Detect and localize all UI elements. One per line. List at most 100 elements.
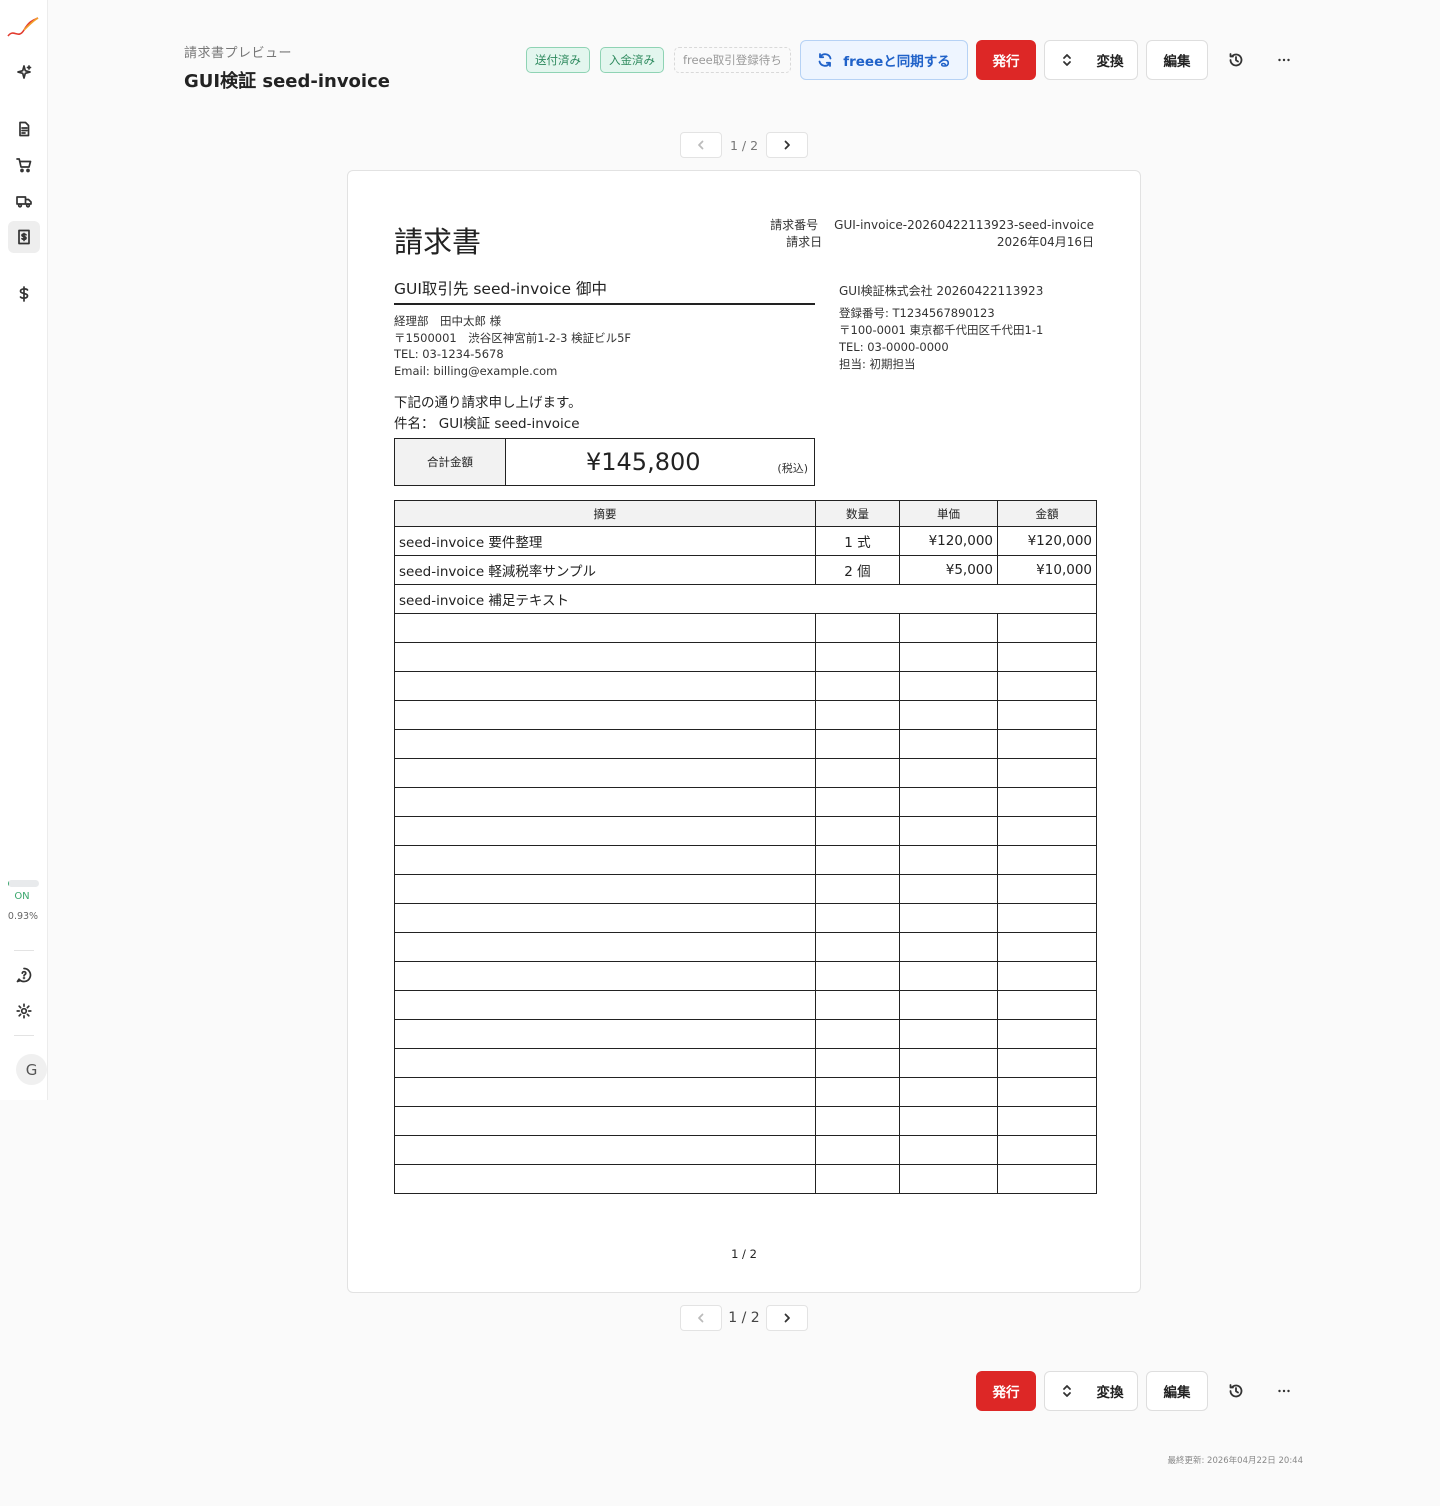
table-header-row: 摘要 数量 単価 金額	[394, 500, 1097, 527]
invoice-title: 請求書	[394, 225, 482, 259]
table-row: seed-invoice 要件整理 1 式 ¥120,000 ¥120,000	[394, 526, 1097, 556]
more-button[interactable]	[1264, 40, 1304, 80]
empty-cell	[997, 903, 1097, 933]
column-header: 数量	[815, 500, 900, 527]
chevron-left-icon	[698, 140, 704, 150]
empty-cell	[997, 700, 1097, 730]
invoice-date: 2026年04月16日	[996, 235, 1094, 249]
convert-button[interactable]: 変換	[1044, 1371, 1138, 1411]
pager-top: 1 / 2	[680, 132, 808, 158]
cart-icon[interactable]	[8, 149, 40, 181]
gear-icon[interactable]	[8, 995, 40, 1027]
prev-page-button[interactable]	[680, 1305, 722, 1331]
table-row-empty	[394, 671, 1097, 701]
logo-icon[interactable]	[6, 14, 40, 42]
item-qty: 2 個	[815, 555, 900, 585]
history-button[interactable]	[1216, 40, 1256, 80]
table-row-empty	[394, 932, 1097, 962]
empty-cell	[394, 845, 816, 875]
next-page-button[interactable]	[766, 132, 808, 158]
empty-cell	[394, 932, 816, 962]
invoice-icon[interactable]	[8, 221, 40, 253]
table-row-empty	[394, 642, 1097, 672]
table-row-empty	[394, 874, 1097, 904]
last-updated: 最終更新: 2026年04月22日 20:44	[1167, 1456, 1303, 1466]
empty-cell	[997, 787, 1097, 817]
item-desc: seed-invoice 要件整理	[394, 526, 816, 556]
empty-cell	[899, 787, 998, 817]
item-unit-price: ¥120,000	[899, 526, 998, 556]
issuer-registration: 登録番号: T1234567890123	[839, 306, 995, 320]
edit-button[interactable]: 編集	[1146, 1371, 1208, 1411]
empty-cell	[394, 1164, 816, 1194]
more-horizontal-icon	[1278, 1389, 1290, 1393]
empty-cell	[997, 874, 1097, 904]
table-row-empty	[394, 816, 1097, 846]
status-badge-sent: 送付済み	[526, 47, 590, 73]
empty-cell	[899, 758, 998, 788]
edit-button[interactable]: 編集	[1146, 40, 1208, 80]
empty-cell	[997, 671, 1097, 701]
total-box: 合計金額 ¥145,800 (税込)	[394, 438, 815, 486]
item-amount: ¥10,000	[997, 555, 1097, 585]
chevron-left-icon	[698, 1313, 704, 1323]
document-icon[interactable]	[8, 113, 40, 145]
help-icon[interactable]	[8, 959, 40, 991]
table-row-empty	[394, 990, 1097, 1020]
chevron-right-icon	[784, 140, 790, 150]
chevron-up-down-icon	[1062, 1385, 1071, 1397]
table-row-empty	[394, 961, 1097, 991]
empty-cell	[394, 1048, 816, 1078]
ai-sparkle-icon[interactable]	[8, 56, 40, 88]
empty-cell	[394, 1135, 816, 1165]
history-button[interactable]	[1216, 1371, 1256, 1411]
convert-button[interactable]: 変換	[1044, 40, 1138, 80]
dollar-icon[interactable]	[8, 278, 40, 310]
more-button[interactable]	[1264, 1371, 1304, 1411]
empty-cell	[815, 642, 900, 672]
empty-cell	[899, 700, 998, 730]
empty-cell	[815, 1106, 900, 1136]
empty-cell	[997, 845, 1097, 875]
empty-cell	[899, 874, 998, 904]
prev-page-button[interactable]	[680, 132, 722, 158]
next-page-button[interactable]	[766, 1305, 808, 1331]
empty-cell	[394, 1077, 816, 1107]
convert-label: 変換	[1096, 54, 1124, 70]
invoice-meta: 請求番号 GUI-invoice-20260422113923-seed-invo…	[770, 217, 1094, 251]
subject-text: 件名： GUI検証 seed-invoice	[394, 416, 580, 432]
table-row-empty	[394, 903, 1097, 933]
avatar[interactable]: G	[16, 1054, 47, 1085]
empty-cell	[997, 1164, 1097, 1194]
empty-cell	[394, 816, 816, 846]
column-header: 金額	[997, 500, 1097, 527]
total-label: 合計金額	[395, 439, 506, 485]
empty-cell	[815, 787, 900, 817]
issuer-person: 担当: 初期担当	[839, 357, 916, 371]
status-badge-freee-pending: freee取引登録待ち	[674, 47, 791, 73]
empty-cell	[899, 1164, 998, 1194]
freee-sync-label: freeeと同期する	[843, 54, 951, 70]
empty-cell	[997, 1077, 1097, 1107]
empty-cell	[815, 671, 900, 701]
empty-cell	[394, 787, 816, 817]
total-tax-note: (税込)	[777, 462, 808, 475]
empty-cell	[899, 1135, 998, 1165]
empty-cell	[394, 729, 816, 759]
empty-cell	[899, 671, 998, 701]
table-row-empty	[394, 1048, 1097, 1078]
issue-button[interactable]: 発行	[976, 40, 1036, 80]
empty-cell	[899, 729, 998, 759]
table-row-empty	[394, 729, 1097, 759]
invoice-preview: 請求書 請求番号 GUI-invoice-20260422113923-seed-…	[347, 170, 1141, 1293]
page-indicator: 1 / 2	[728, 1310, 760, 1326]
truck-icon[interactable]	[8, 185, 40, 217]
table-row-note: seed-invoice 補足テキスト	[394, 584, 1097, 614]
issue-button[interactable]: 発行	[976, 1371, 1036, 1411]
empty-cell	[899, 1106, 998, 1136]
empty-cell	[899, 816, 998, 846]
freee-sync-button[interactable]: freeeと同期する	[800, 40, 968, 80]
empty-cell	[815, 700, 900, 730]
item-qty: 1 式	[815, 526, 900, 556]
sidebar-divider	[14, 950, 34, 951]
